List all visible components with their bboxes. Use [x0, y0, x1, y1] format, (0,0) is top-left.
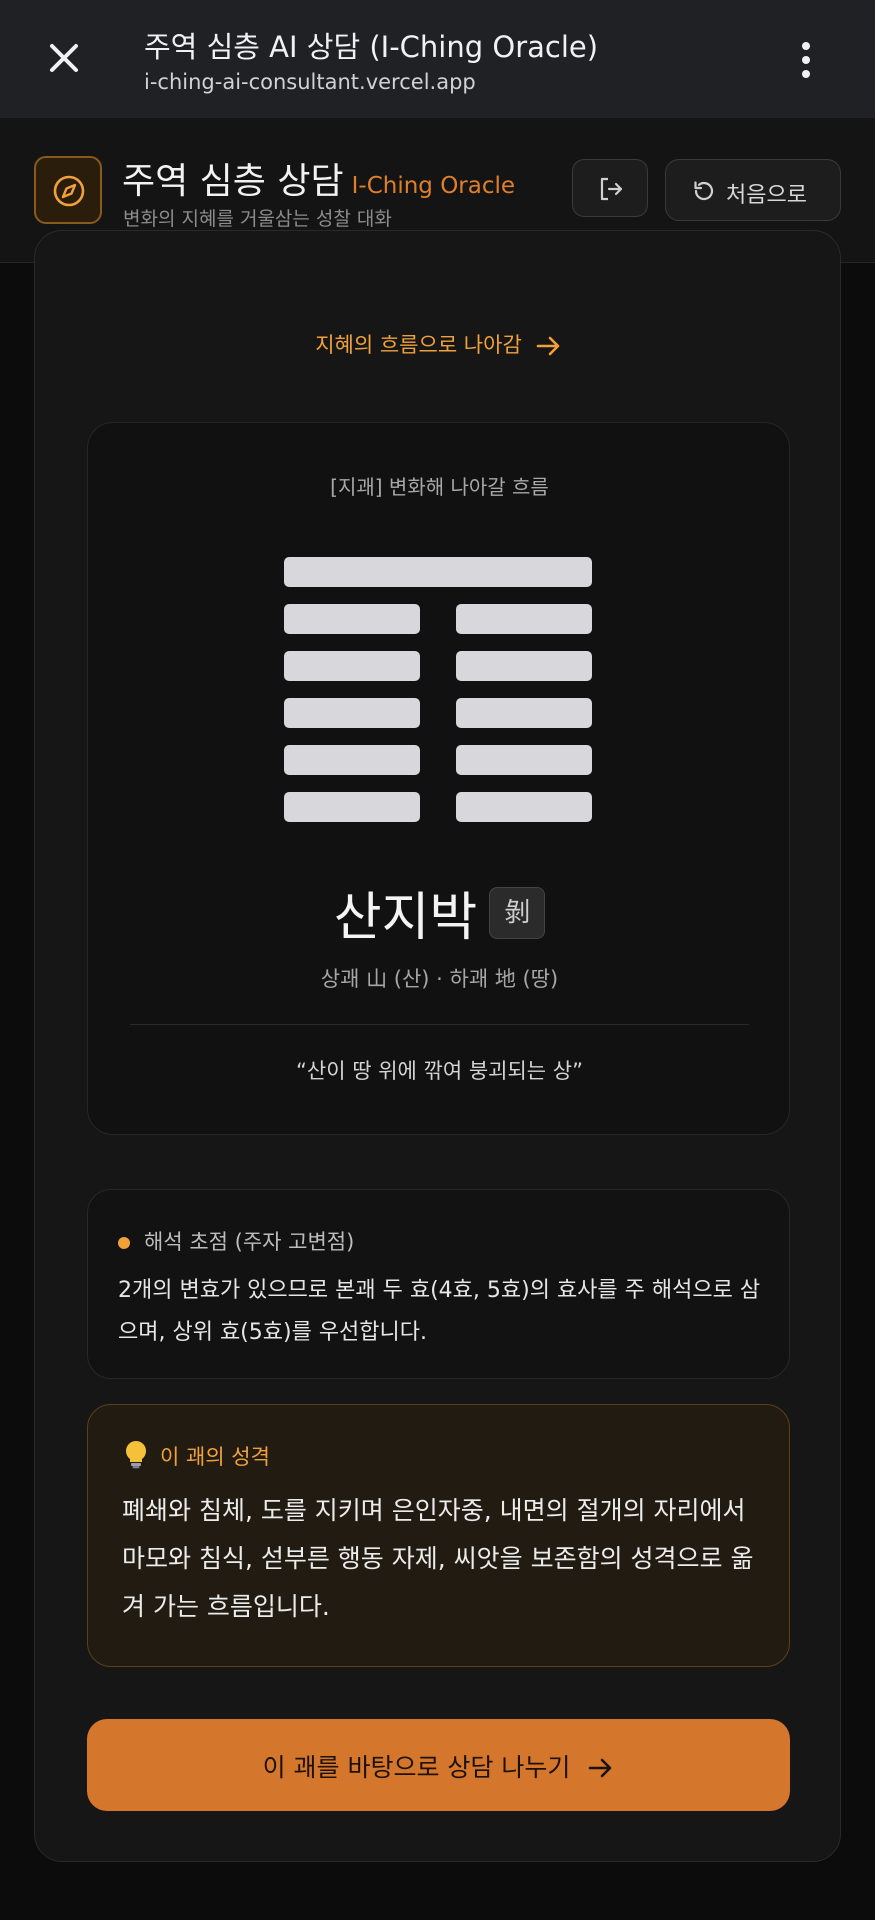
- browser-toolbar: 주역 심층 AI 상담 (I-Ching Oracle) i-ching-ai-…: [0, 0, 875, 118]
- focus-title: 해석 초점 (주자 고변점): [144, 1230, 355, 1254]
- browser-url[interactable]: i-ching-ai-consultant.vercel.app: [144, 70, 476, 94]
- hexagram-line-yin-segment: [456, 604, 592, 634]
- arrow-right-icon: [536, 336, 560, 356]
- hexagram-line-yin-segment: [284, 651, 420, 681]
- bullet-dot: [118, 1237, 130, 1249]
- compass-icon: [34, 156, 102, 224]
- hexagram-character-card: 이 괘의 성격 폐쇄와 침체, 도를 지키며 은인자중, 내면의 절개의 자리에…: [87, 1404, 790, 1667]
- browser-page-title: 주역 심층 AI 상담 (I-Ching Oracle): [144, 30, 599, 64]
- hexagram-image-quote: “산이 땅 위에 깎여 붕괴되는 상”: [296, 1059, 583, 1083]
- hexagram-name: 산지박: [333, 888, 478, 948]
- logout-button[interactable]: [572, 159, 648, 217]
- hexagram-line-yin-segment: [456, 651, 592, 681]
- hexagram-trigrams: 상괘 山 (산) · 하괘 地 (땅): [320, 967, 559, 991]
- hexagram-line-yin-segment: [456, 745, 592, 775]
- flow-link[interactable]: 지혜의 흐름으로 나아감: [35, 329, 842, 359]
- app-title: 주역 심층 상담 I-Ching Oracle: [122, 152, 515, 204]
- hexagram-line-yin-segment: [284, 792, 420, 822]
- restart-button-label: 처음으로: [726, 183, 807, 208]
- arrow-right-icon: [589, 1758, 612, 1778]
- trait-title: 이 괘의 성격: [160, 1445, 270, 1469]
- hexagram-line-yin-segment: [284, 698, 420, 728]
- app-title-english: I-Ching Oracle: [351, 173, 516, 199]
- trait-body: 폐쇄와 침체, 도를 지키며 은인자중, 내면의 절개의 자리에서 마모와 침식…: [122, 1496, 754, 1621]
- hexagram-line-yang: [284, 557, 592, 587]
- app-title-korean: 주역 심층 상담: [122, 161, 344, 202]
- app-subtitle: 변화의 지혜를 거울삼는 성찰 대화: [123, 208, 392, 230]
- hexagram-lines: [284, 557, 592, 827]
- interpretation-focus-card: 해석 초점 (주자 고변점) 2개의 변효가 있으므로 본괘 두 효(4효, 5…: [87, 1189, 790, 1379]
- kebab-menu-icon[interactable]: [795, 40, 817, 80]
- restart-button[interactable]: 처음으로: [665, 159, 841, 221]
- focus-body: 2개의 변효가 있으므로 본괘 두 효(4효, 5효)의 효사를 주 해석으로 …: [118, 1278, 761, 1345]
- start-consultation-button[interactable]: 이 괘를 바탕으로 상담 나누기: [87, 1719, 790, 1811]
- hexagram-hanja: 剝: [489, 886, 546, 939]
- hexagram-line-yin-segment: [284, 745, 420, 775]
- hexagram-card-label: [지괘] 변화해 나아갈 흐름: [330, 475, 549, 499]
- result-panel: 지혜의 흐름으로 나아감 [지괘] 변화해 나아갈 흐름 산지박 剝 상괘 山 (…: [34, 230, 841, 1862]
- divider: [130, 1024, 749, 1025]
- close-icon[interactable]: [44, 38, 84, 78]
- flow-link-label: 지혜의 흐름으로 나아감: [315, 333, 522, 357]
- hexagram-line-yin-segment: [284, 604, 420, 634]
- logout-icon: [600, 177, 623, 201]
- lightbulb-icon: [126, 1441, 146, 1469]
- cta-label: 이 괘를 바탕으로 상담 나누기: [262, 1753, 571, 1782]
- hexagram-card: [지괘] 변화해 나아갈 흐름 산지박 剝 상괘 山 (산) · 하괘 地 (땅)…: [87, 422, 790, 1135]
- hexagram-line-yin-segment: [456, 792, 592, 822]
- restart-icon: [694, 181, 714, 201]
- hexagram-line-yin-segment: [456, 698, 592, 728]
- hexagram-title: 산지박 剝: [88, 875, 791, 950]
